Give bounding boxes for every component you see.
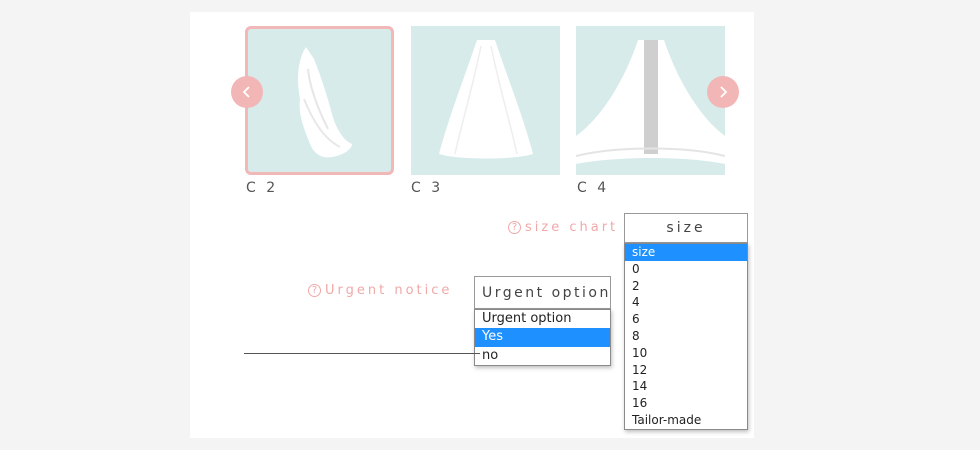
size-option[interactable]: 0 bbox=[625, 261, 747, 278]
question-icon: ? bbox=[308, 284, 321, 297]
urgent-option-select[interactable]: Urgent option bbox=[474, 276, 611, 309]
size-chart-label: size chart bbox=[525, 220, 619, 235]
urgent-option[interactable]: no bbox=[475, 347, 610, 365]
thumbnail-c2[interactable] bbox=[245, 26, 394, 175]
thumbnail-caption-c2: C 2 bbox=[246, 180, 279, 196]
thumbnail-c4[interactable] bbox=[576, 26, 725, 175]
size-option[interactable]: 8 bbox=[625, 328, 747, 345]
skirt-c2-image bbox=[298, 47, 352, 158]
size-dropdown-list[interactable]: size 0 2 4 6 8 10 12 14 16 Tailor-made bbox=[624, 243, 748, 430]
size-option[interactable]: Tailor-made bbox=[625, 412, 747, 429]
size-select[interactable]: size bbox=[624, 213, 748, 243]
thumbnail-caption-c3: C 3 bbox=[411, 180, 444, 196]
divider-line bbox=[244, 353, 480, 354]
urgent-notice-link[interactable]: ? Urgent notice bbox=[308, 283, 452, 298]
urgent-option[interactable]: Urgent option bbox=[475, 310, 610, 328]
size-option[interactable]: 16 bbox=[625, 395, 747, 412]
size-option[interactable]: 12 bbox=[625, 362, 747, 379]
size-option[interactable]: 6 bbox=[625, 311, 747, 328]
urgent-dropdown-list[interactable]: Urgent option Yes no bbox=[474, 309, 611, 366]
chevron-left-icon bbox=[242, 86, 250, 98]
size-option[interactable]: 10 bbox=[625, 345, 747, 362]
skirt-c4-image bbox=[576, 40, 725, 164]
size-select-value: size bbox=[666, 220, 706, 236]
skirt-c3-image bbox=[439, 40, 533, 159]
urgent-option[interactable]: Yes bbox=[475, 328, 610, 347]
urgent-select-value: Urgent option bbox=[482, 284, 611, 301]
size-option[interactable]: 14 bbox=[625, 378, 747, 395]
size-option[interactable]: size bbox=[625, 244, 747, 261]
size-option[interactable]: 2 bbox=[625, 278, 747, 295]
chevron-right-icon bbox=[720, 86, 728, 98]
question-icon: ? bbox=[508, 221, 521, 234]
size-chart-link[interactable]: ? size chart bbox=[508, 220, 618, 235]
size-option[interactable]: 4 bbox=[625, 294, 747, 311]
urgent-notice-label: Urgent notice bbox=[325, 283, 453, 298]
carousel-next-button[interactable] bbox=[707, 76, 739, 108]
thumbnail-c3[interactable] bbox=[411, 26, 560, 175]
carousel-prev-button[interactable] bbox=[231, 76, 263, 108]
thumbnail-caption-c4: C 4 bbox=[577, 180, 610, 196]
